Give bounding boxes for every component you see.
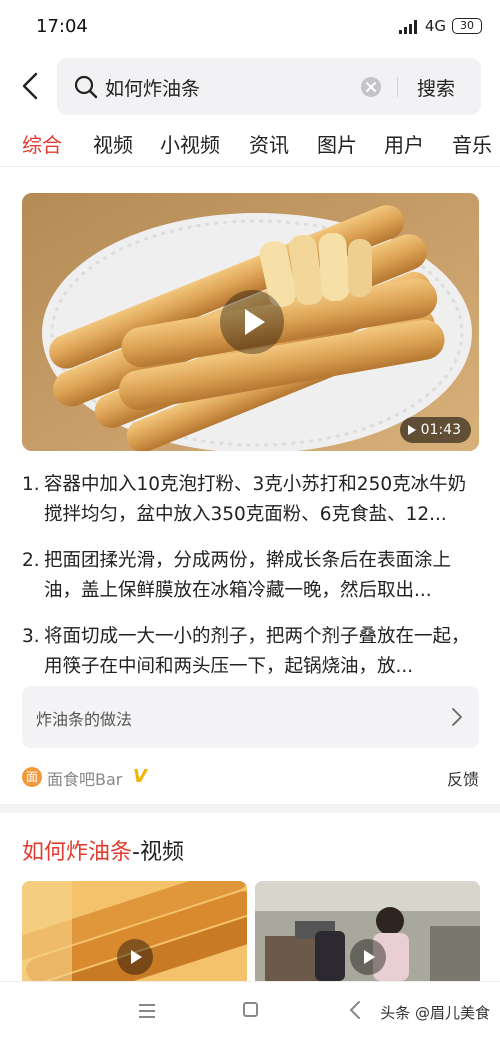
step-text: 将面切成一大一小的剂子，把两个剂子叠放在一起，用筷子在中间和两头压一下，起锅烧油… [44,626,470,677]
back-button[interactable] [14,68,46,104]
tab-music[interactable]: 音乐 [452,129,492,158]
menu-icon[interactable] [139,1004,155,1018]
back-icon[interactable] [349,1000,361,1020]
step-number: 3. [22,626,40,647]
step-text: 把面团揉光滑，分成两份，擀成长条后在表面涂上油，盖上保鲜膜放在冰箱冷藏一晚，然后… [44,550,452,601]
home-icon[interactable] [243,1002,258,1017]
status-indicators: 4G 30 [398,17,482,35]
category-tabs: 综合 视频 小视频 资讯 图片 用户 音乐 [0,124,500,166]
step-text: 容器中加入10克泡打粉、3克小苏打和250克冰牛奶搅拌均匀，盆中放入350克面粉… [44,474,467,525]
network-type: 4G [424,17,446,35]
system-nav-bar: 头条 @眉儿美食 [0,981,500,1040]
tabs-divider [0,166,500,167]
tab-short-video[interactable]: 小视频 [160,129,220,158]
search-submit-button[interactable]: 搜索 [417,74,455,101]
tab-users[interactable]: 用户 [384,129,424,158]
recipe-steps: 1. 容器中加入10克泡打粉、3克小苏打和250克冰牛奶搅拌均匀，盆中放入350… [22,470,482,698]
related-search-link[interactable]: 炸油条的做法 [22,686,479,748]
video-section-title-highlight: 如何炸油条 [22,840,133,865]
step-number: 1. [22,474,40,495]
search-divider [397,77,398,97]
search-icon [74,75,98,99]
search-box[interactable]: 如何炸油条 搜索 [57,58,481,115]
tab-comprehensive[interactable]: 综合 [22,129,62,158]
step-number: 2. [22,550,40,571]
verified-badge: V [133,766,147,787]
source-row: 面 面食吧Bar V 反馈 [22,764,479,790]
search-header: 如何炸油条 搜索 [0,56,500,118]
tab-video[interactable]: 视频 [93,129,133,158]
signal-icon [398,18,419,34]
video-result-thumbnail[interactable] [22,881,247,981]
video-section-title[interactable]: 如何炸油条-视频 [22,834,184,866]
source-logo: 面 [22,767,42,787]
battery-icon: 30 [452,18,482,34]
chevron-right-icon [452,708,462,726]
video-result-thumbnail[interactable] [255,881,480,981]
play-button[interactable] [117,939,153,975]
tab-news[interactable]: 资讯 [249,129,289,158]
video-duration-badge: 01:43 [399,417,471,443]
tab-images[interactable]: 图片 [317,129,357,158]
battery-level: 30 [460,19,474,32]
clear-icon[interactable] [360,76,382,98]
list-item[interactable]: 2. 把面团揉光滑，分成两份，擀成长条后在表面涂上油，盖上保鲜膜放在冰箱冷藏一晚… [22,546,482,622]
play-button[interactable] [350,939,386,975]
feedback-button[interactable]: 反馈 [447,766,479,790]
status-time: 17:04 [36,16,88,37]
back-arrow-icon [22,72,38,100]
section-divider [0,804,500,813]
search-input[interactable]: 如何炸油条 [105,74,200,101]
source-name[interactable]: 面食吧Bar [47,766,122,790]
video-thumbnail[interactable]: 01:43 [22,193,479,451]
status-bar: 17:04 4G 30 [0,0,500,56]
related-search-label: 炸油条的做法 [36,710,133,729]
list-item[interactable]: 1. 容器中加入10克泡打粉、3克小苏打和250克冰牛奶搅拌均匀，盆中放入350… [22,470,482,546]
play-button[interactable] [220,290,284,354]
play-small-icon [407,425,416,435]
video-duration: 01:43 [420,422,461,438]
video-section-title-rest: -视频 [132,840,184,865]
watermark-text: 头条 @眉儿美食 [380,1004,490,1022]
